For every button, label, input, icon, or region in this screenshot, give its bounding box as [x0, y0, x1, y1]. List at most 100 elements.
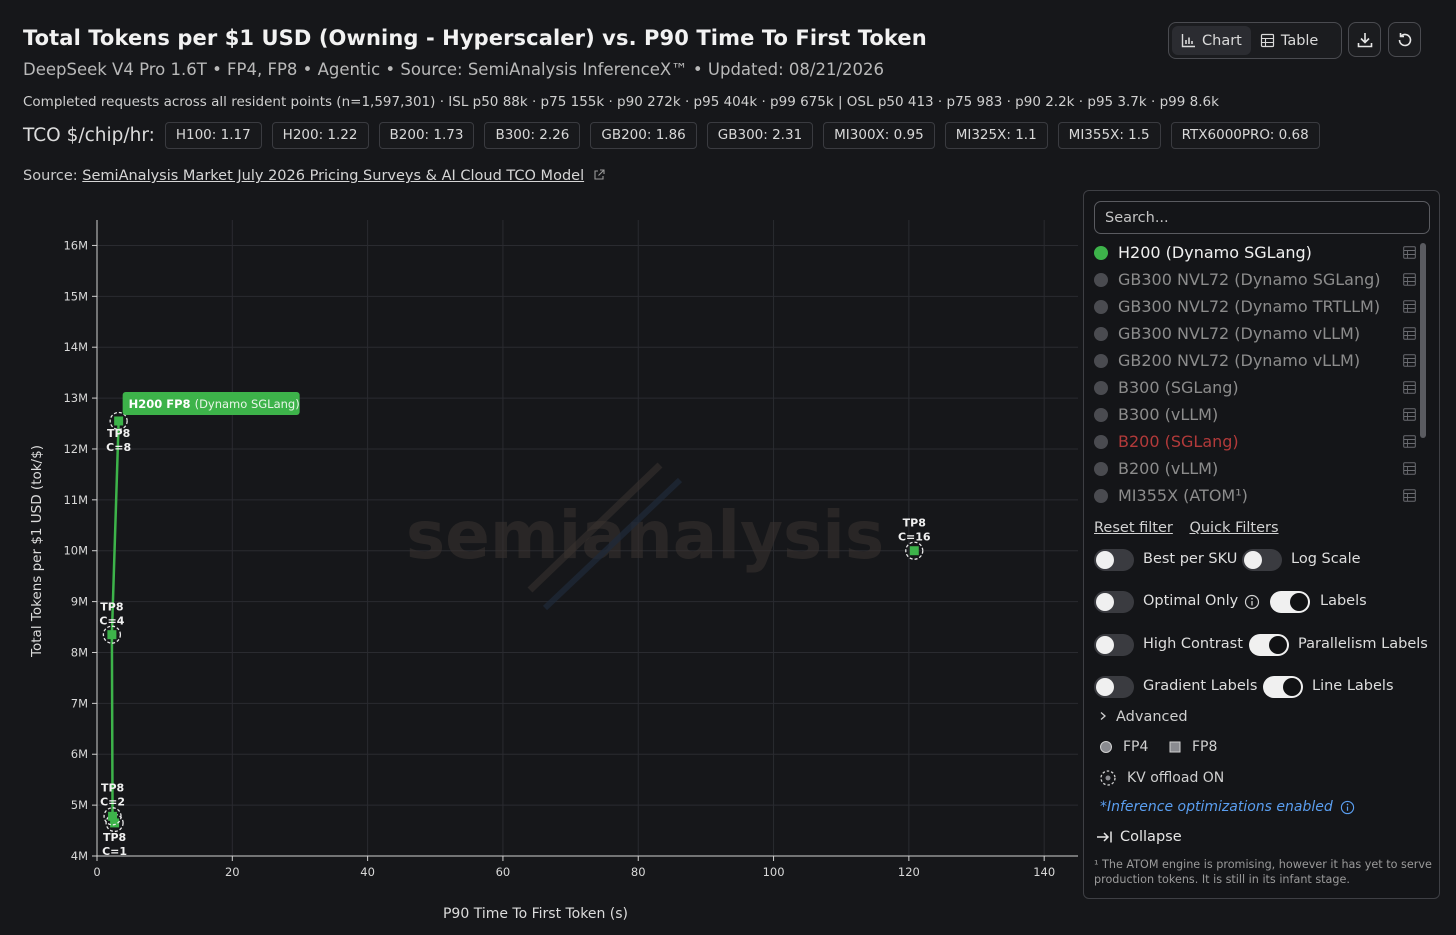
advanced-toggle[interactable]: Advanced — [1098, 709, 1188, 725]
table-icon — [1260, 33, 1274, 48]
legend-item-label: B200 (SGLang) — [1118, 432, 1239, 451]
data-point[interactable] — [108, 811, 118, 821]
series-dot-icon — [1094, 299, 1108, 314]
source-link[interactable]: SemiAnalysis Market July 2026 Pricing Su… — [82, 168, 584, 184]
high-contrast-label: High Contrast — [1143, 636, 1243, 652]
tco-pill: RTX6000PRO: 0.68 — [1170, 122, 1320, 149]
x-tick-label: 0 — [93, 865, 100, 879]
optimal-only-label: Optimal Only — [1143, 593, 1239, 609]
legend-item[interactable]: GB200 NVL72 (Dynamo vLLM) — [1094, 347, 1430, 374]
chart-view-button[interactable]: Chart — [1172, 26, 1251, 55]
point-label: C=16 — [898, 531, 931, 544]
data-point[interactable] — [107, 630, 117, 640]
y-tick-label: 11M — [63, 493, 88, 507]
table-icon[interactable] — [1403, 327, 1416, 340]
legend-list: H200 (Dynamo SGLang) GB300 NVL72 (Dynamo … — [1094, 239, 1430, 509]
legend-item[interactable]: H200 (Dynamo SGLang) — [1094, 239, 1430, 266]
fp4-label: FP4 — [1123, 739, 1149, 755]
legend-item[interactable]: GB300 NVL72 (Dynamo vLLM) — [1094, 320, 1430, 347]
reset-button[interactable] — [1388, 22, 1421, 57]
watermark: semianalysis — [406, 497, 884, 574]
collapse-button[interactable]: Collapse — [1096, 829, 1182, 845]
download-button[interactable] — [1348, 22, 1381, 57]
legend-item[interactable]: GB300 NVL72 (Dynamo TRTLLM) — [1094, 293, 1430, 320]
info-icon[interactable] — [1340, 800, 1355, 815]
tco-pill: MI325X: 1.1 — [944, 122, 1048, 149]
table-view-label: Table — [1280, 32, 1319, 49]
legend-item-label: B300 (SGLang) — [1118, 378, 1239, 397]
source-line: Source: SemiAnalysis Market July 2026 Pr… — [23, 168, 605, 184]
external-link-icon[interactable] — [593, 169, 605, 181]
series-dot-icon — [1094, 272, 1108, 287]
y-tick-label: 6M — [71, 747, 88, 761]
table-icon[interactable] — [1403, 381, 1416, 394]
series-dot-icon — [1094, 326, 1108, 341]
best-per-sku-toggle[interactable] — [1094, 549, 1134, 571]
table-icon[interactable] — [1403, 408, 1416, 421]
table-icon[interactable] — [1403, 300, 1416, 313]
chart-icon — [1181, 34, 1195, 48]
tco-pill: H100: 1.17 — [164, 122, 262, 149]
table-view-button[interactable]: Table — [1251, 26, 1328, 55]
legend-item-label: B300 (vLLM) — [1118, 405, 1219, 424]
data-point[interactable] — [114, 416, 124, 426]
table-icon[interactable] — [1403, 246, 1416, 259]
log-scale-label: Log Scale — [1291, 551, 1361, 567]
legend-scrollbar[interactable] — [1420, 243, 1426, 438]
quick-filters-link[interactable]: Quick Filters — [1189, 520, 1278, 536]
optimal-only-toggle[interactable] — [1094, 591, 1134, 613]
optimizations-note-text: *Inference optimizations enabled — [1100, 799, 1333, 815]
parallelism-labels-toggle[interactable] — [1249, 634, 1289, 656]
labels-toggle[interactable] — [1270, 591, 1310, 613]
legend-item[interactable]: B300 (vLLM) — [1094, 401, 1430, 428]
point-label: C=8 — [106, 441, 131, 454]
table-icon[interactable] — [1403, 462, 1416, 475]
fp4-legend: FP4 — [1099, 739, 1148, 755]
gradient-labels-toggle[interactable] — [1094, 676, 1134, 698]
y-tick-label: 13M — [63, 391, 88, 405]
reset-icon — [1398, 32, 1411, 46]
table-icon[interactable] — [1403, 489, 1416, 502]
atom-footnote: ¹ The ATOM engine is promising, however … — [1094, 858, 1432, 886]
data-point[interactable] — [909, 546, 919, 556]
legend-item[interactable]: B200 (SGLang) — [1094, 428, 1430, 455]
y-axis-label: Total Tokens per $1 USD (tok/$) — [29, 445, 45, 658]
point-label: C=4 — [99, 615, 124, 628]
legend-item[interactable]: MI355X (ATOM¹) — [1094, 482, 1430, 509]
y-tick-label: 8M — [71, 645, 88, 659]
legend-search-input[interactable] — [1094, 201, 1430, 234]
point-label: TP8 — [103, 831, 126, 844]
kv-offload-label: KV offload ON — [1127, 770, 1225, 786]
tco-pill: B300: 2.26 — [484, 122, 581, 149]
toolbar: Chart Table — [1168, 22, 1438, 60]
page-title: Total Tokens per $1 USD (Owning - Hypers… — [23, 26, 927, 50]
legend-item[interactable]: B200 (vLLM) — [1094, 455, 1430, 482]
page-subtitle: DeepSeek V4 Pro 1.6T • FP4, FP8 • Agenti… — [23, 60, 885, 79]
x-axis-label: P90 Time To First Token (s) — [443, 906, 628, 922]
line-labels-toggle[interactable] — [1263, 676, 1303, 698]
tco-pill: GB200: 1.86 — [590, 122, 697, 149]
y-tick-label: 16M — [63, 238, 88, 252]
table-icon[interactable] — [1403, 273, 1416, 286]
legend-item-label: GB300 NVL72 (Dynamo TRTLLM) — [1118, 297, 1381, 316]
point-label: TP8 — [101, 781, 124, 794]
log-scale-toggle[interactable] — [1242, 549, 1282, 571]
reset-filter-link[interactable]: Reset filter — [1094, 520, 1173, 536]
info-icon[interactable] — [1244, 594, 1260, 610]
download-icon — [1357, 32, 1372, 47]
legend-panel: H200 (Dynamo SGLang) GB300 NVL72 (Dynamo … — [1083, 190, 1440, 899]
x-tick-label: 60 — [496, 865, 511, 879]
parallelism-labels-label: Parallelism Labels — [1298, 636, 1428, 652]
x-tick-label: 80 — [631, 865, 646, 879]
table-icon[interactable] — [1403, 435, 1416, 448]
y-tick-label: 14M — [63, 340, 88, 354]
legend-item-label: GB300 NVL72 (Dynamo vLLM) — [1118, 324, 1361, 343]
legend-item[interactable]: B300 (SGLang) — [1094, 374, 1430, 401]
series-dot-icon — [1094, 461, 1108, 476]
table-icon[interactable] — [1403, 354, 1416, 367]
legend-item[interactable]: GB300 NVL72 (Dynamo SGLang) — [1094, 266, 1430, 293]
high-contrast-toggle[interactable] — [1094, 634, 1134, 656]
best-per-sku-label: Best per SKU — [1143, 551, 1238, 567]
x-tick-label: 40 — [360, 865, 375, 879]
series-dot-icon — [1094, 353, 1108, 368]
